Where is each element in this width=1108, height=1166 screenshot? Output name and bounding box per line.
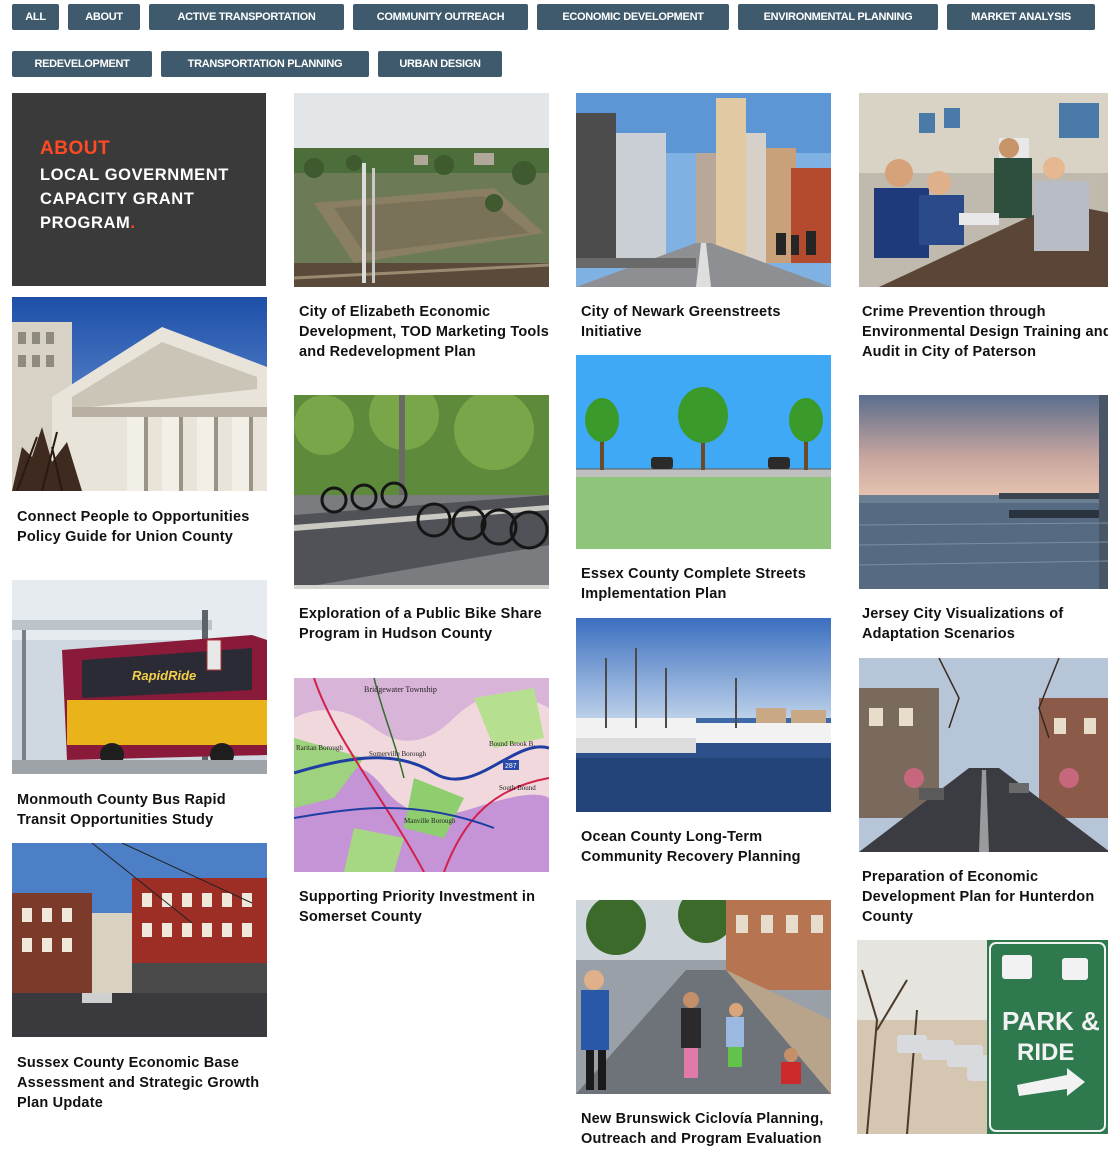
project-image-ocean[interactable] — [576, 618, 831, 812]
map-label-raritan: Raritan Borough — [296, 744, 343, 752]
project-image-elizabeth[interactable] — [294, 93, 549, 287]
filter-transportation-planning-button[interactable]: TRANSPORTATION PLANNING — [161, 51, 369, 77]
map-route-shield: 287 — [505, 763, 517, 770]
project-image-somerset[interactable]: Bridgewater Township Somerville Borough … — [294, 678, 549, 872]
project-title-union[interactable]: Connect People to Opportunities Policy G… — [17, 507, 267, 547]
map-label-bridgewater: Bridgewater Township — [364, 685, 437, 694]
project-title-paterson[interactable]: Crime Prevention through Environmental D… — [862, 302, 1108, 362]
map-label-manville: Manville Borough — [404, 817, 456, 825]
about-program-title: LOCAL GOVERNMENT CAPACITY GRANT PROGRAM. — [40, 163, 260, 235]
about-title-line2: CAPACITY GRANT — [40, 190, 195, 208]
about-title-period: . — [130, 214, 136, 232]
project-title-essex[interactable]: Essex County Complete Streets Implementa… — [581, 564, 831, 604]
project-title-somerset[interactable]: Supporting Priority Investment in Somers… — [299, 887, 549, 927]
project-title-sussex[interactable]: Sussex County Economic Base Assessment a… — [17, 1053, 267, 1113]
bus-rapidride-text: RapidRide — [132, 668, 196, 683]
about-program-card[interactable]: ABOUT LOCAL GOVERNMENT CAPACITY GRANT PR… — [12, 93, 266, 286]
filter-active-transportation-button[interactable]: ACTIVE TRANSPORTATION — [149, 4, 344, 30]
project-title-monmouth[interactable]: Monmouth County Bus Rapid Transit Opport… — [17, 790, 267, 830]
map-label-bound-brook: Bound Brook B. — [489, 740, 535, 748]
project-title-hunterdon[interactable]: Preparation of Economic Development Plan… — [862, 867, 1108, 927]
park-ride-sign-line1: PARK & — [1002, 1006, 1100, 1036]
filter-environmental-planning-button[interactable]: ENVIRONMENTAL PLANNING — [738, 4, 938, 30]
project-title-new-brunswick[interactable]: New Brunswick Ciclovía Planning, Outreac… — [581, 1109, 831, 1149]
about-heading: ABOUT — [40, 138, 111, 159]
map-label-south-bound: South Bound — [499, 784, 536, 792]
project-title-ocean[interactable]: Ocean County Long-Term Community Recover… — [581, 827, 831, 867]
project-image-new-brunswick[interactable] — [576, 900, 831, 1094]
filter-community-outreach-button[interactable]: COMMUNITY OUTREACH — [353, 4, 528, 30]
project-image-hudson-bike[interactable] — [294, 395, 549, 589]
about-title-line3: PROGRAM — [40, 214, 131, 232]
filter-urban-design-button[interactable]: URBAN DESIGN — [378, 51, 502, 77]
filter-redevelopment-button[interactable]: REDEVELOPMENT — [12, 51, 152, 77]
project-image-paterson[interactable] — [857, 93, 1108, 287]
project-image-jersey-city[interactable] — [857, 395, 1108, 589]
project-title-jersey-city[interactable]: Jersey City Visualizations of Adaptation… — [862, 604, 1108, 644]
filter-market-analysis-button[interactable]: MARKET ANALYSIS — [947, 4, 1095, 30]
about-title-line1: LOCAL GOVERNMENT — [40, 166, 229, 184]
filter-economic-development-button[interactable]: ECONOMIC DEVELOPMENT — [537, 4, 729, 30]
category-filter-bar: ALL ABOUT ACTIVE TRANSPORTATION COMMUNIT… — [0, 0, 1108, 80]
project-title-hudson-bike[interactable]: Exploration of a Public Bike Share Progr… — [299, 604, 549, 644]
project-image-monmouth[interactable]: RapidRide — [12, 580, 267, 774]
map-label-somerville: Somerville Borough — [369, 750, 426, 758]
project-image-essex[interactable] — [576, 355, 831, 549]
filter-all-button[interactable]: ALL — [12, 4, 59, 30]
filter-about-button[interactable]: ABOUT — [68, 4, 140, 30]
park-ride-sign-line2: RIDE — [1017, 1039, 1074, 1066]
project-image-sussex[interactable] — [12, 843, 267, 1037]
project-image-hunterdon[interactable] — [857, 658, 1108, 852]
project-image-park-ride[interactable]: PARK & RIDE — [857, 940, 1108, 1134]
project-title-elizabeth[interactable]: City of Elizabeth Economic Development, … — [299, 302, 549, 362]
project-title-newark[interactable]: City of Newark Greenstreets Initiative — [581, 302, 831, 342]
project-image-union[interactable] — [12, 297, 267, 491]
project-image-newark[interactable] — [576, 93, 831, 287]
